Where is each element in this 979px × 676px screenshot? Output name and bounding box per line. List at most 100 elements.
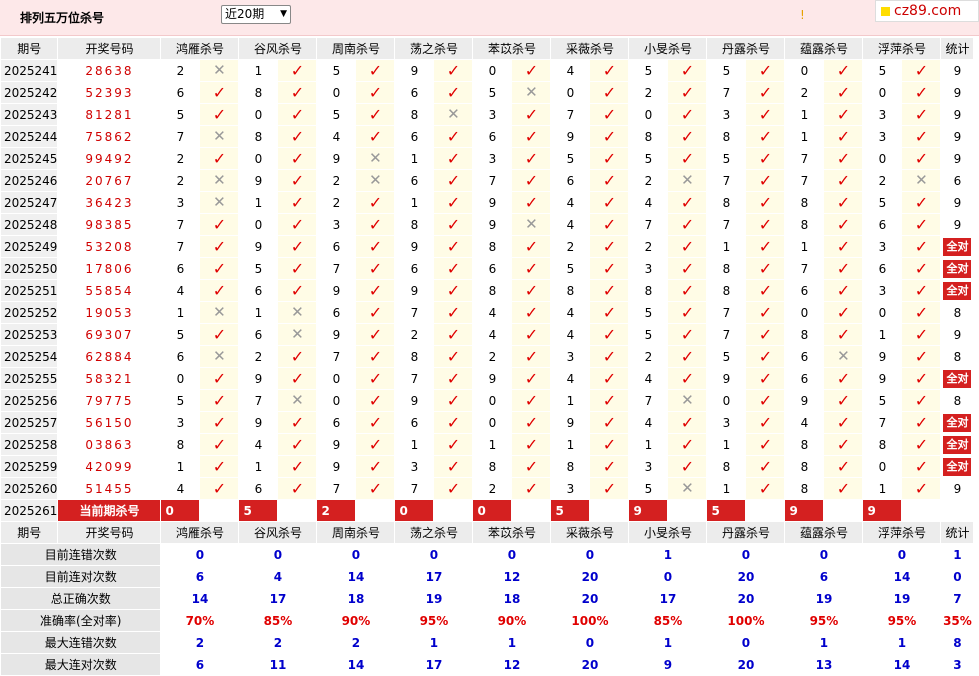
kill-value-cell: 6 [176, 85, 185, 100]
period-select[interactable]: 近20期 ▼ [221, 5, 291, 24]
current-kill-spacer [668, 500, 707, 521]
kill-value-cell: 1 [410, 437, 419, 452]
check-icon: ✓ [758, 236, 773, 256]
stats-value: 0 [507, 547, 517, 562]
column-header: 丹露杀号 [707, 522, 785, 543]
result-cell: ✓ [746, 104, 785, 125]
kill-value-cell: 5 [644, 305, 653, 320]
period-cell: 2025241 [1, 60, 58, 81]
result-cell: ✓ [824, 236, 863, 257]
current-kill-value: 9 [629, 500, 668, 521]
check-icon: ✓ [914, 302, 929, 322]
check-icon: ✓ [758, 214, 773, 234]
check-icon: ✓ [212, 148, 227, 168]
result-cell: ✓ [356, 214, 395, 235]
stats-value: 0 [273, 547, 283, 562]
result-cell: ✓ [434, 192, 473, 213]
stats-value: 90% [341, 613, 371, 628]
result-cell: ✓ [590, 412, 629, 433]
kill-value-cell: 0 [722, 393, 731, 408]
result-cell: ✓ [200, 390, 239, 411]
stat-value: 全对 [943, 281, 972, 300]
stats-value: 95% [809, 613, 839, 628]
kill-value-cell: 7 [722, 327, 731, 342]
result-cell: ✓ [824, 434, 863, 455]
check-icon: ✓ [914, 192, 929, 212]
result-cell: ✓ [434, 324, 473, 345]
current-kill-value: 0 [161, 500, 200, 521]
table-row: 2025243 81281 5 ✓ 0 ✓ 5 ✓ 8 ✕ 3 ✓ 7 ✓ 0 ✓ 3 ✓ 1 ✓ 3 ✓ 9 [1, 104, 973, 125]
result-cell: ✓ [824, 126, 863, 147]
site-logo[interactable]: cz89.com [875, 0, 979, 22]
column-header: 鸿雁杀号 [161, 522, 239, 543]
check-icon: ✓ [836, 126, 851, 146]
check-icon: ✓ [524, 170, 539, 190]
kill-value-cell: 7 [410, 481, 419, 496]
stats-value: 0 [663, 569, 673, 584]
kill-value-cell: 1 [800, 239, 809, 254]
logo-square-icon [881, 7, 890, 16]
draw-number-cell: 81281 [85, 107, 134, 122]
result-cell: ✓ [902, 126, 941, 147]
current-kill-value: 5 [707, 500, 746, 521]
kill-value-cell: 0 [488, 63, 497, 78]
check-icon: ✓ [758, 346, 773, 366]
kill-value-cell: 9 [254, 173, 263, 188]
cross-icon: ✕ [291, 391, 304, 409]
current-kill-value: 5 [239, 500, 278, 521]
column-header: 统计 [941, 522, 974, 543]
result-cell: ✓ [902, 434, 941, 455]
kill-value-cell: 5 [878, 63, 887, 78]
kill-value-cell: 2 [644, 173, 653, 188]
check-icon: ✓ [836, 368, 851, 388]
result-cell: ✕ [200, 60, 239, 81]
check-icon: ✓ [680, 324, 695, 344]
stat-cell: 9 [941, 126, 973, 147]
check-icon: ✓ [680, 82, 695, 102]
kill-value-cell: 7 [332, 261, 341, 276]
stats-value: 6 [195, 657, 205, 672]
stats-total: 7 [953, 591, 962, 606]
stat-value: 全对 [943, 413, 972, 432]
result-cell: ✓ [824, 192, 863, 213]
stats-total: 35% [943, 613, 972, 628]
result-cell: ✓ [746, 456, 785, 477]
kill-value-cell: 9 [410, 393, 419, 408]
stats-value: 19 [425, 591, 443, 606]
cross-icon: ✕ [213, 61, 226, 79]
result-cell: ✓ [278, 126, 317, 147]
check-icon: ✓ [602, 192, 617, 212]
check-icon: ✓ [836, 214, 851, 234]
stats-value: 20 [737, 657, 755, 672]
result-cell: ✕ [200, 126, 239, 147]
result-cell: ✓ [278, 412, 317, 433]
period-cell: 2025253 [1, 324, 58, 345]
check-icon: ✓ [914, 368, 929, 388]
draw-number-cell: 79775 [85, 393, 134, 408]
result-cell: ✓ [824, 148, 863, 169]
kill-value-cell: 8 [176, 437, 185, 452]
table-row: 2025246 20767 2 ✕ 9 ✓ 2 ✕ 6 ✓ 7 ✓ 6 ✓ 2 ✕ 7 ✓ 7 ✓ 2 ✕ 6 [1, 170, 973, 191]
stat-cell: 8 [941, 302, 973, 323]
check-icon: ✓ [758, 126, 773, 146]
check-icon: ✓ [290, 236, 305, 256]
result-cell: ✓ [278, 280, 317, 301]
result-cell: ✕ [512, 214, 551, 235]
result-cell: ✓ [902, 60, 941, 81]
stat-value: 9 [953, 195, 962, 210]
period-cell: 2025256 [1, 390, 58, 411]
table-row: 2025247 36423 3 ✕ 1 ✓ 2 ✓ 1 ✓ 9 ✓ 4 ✓ 4 ✓ 8 ✓ 8 ✓ 5 ✓ 9 [1, 192, 973, 213]
stats-label: 准确率(全对率) [1, 610, 161, 631]
stats-value: 14 [893, 657, 911, 672]
result-cell: ✕ [278, 324, 317, 345]
check-icon: ✓ [758, 478, 773, 498]
kill-value-cell: 5 [722, 151, 731, 166]
check-icon: ✓ [212, 434, 227, 454]
result-cell: ✓ [356, 280, 395, 301]
column-header: 丹露杀号 [707, 38, 785, 59]
period-cell: 2025248 [1, 214, 58, 235]
result-cell: ✓ [356, 346, 395, 367]
current-kill-value: 9 [785, 500, 824, 521]
kill-value-cell: 9 [488, 195, 497, 210]
result-cell: ✓ [824, 478, 863, 499]
